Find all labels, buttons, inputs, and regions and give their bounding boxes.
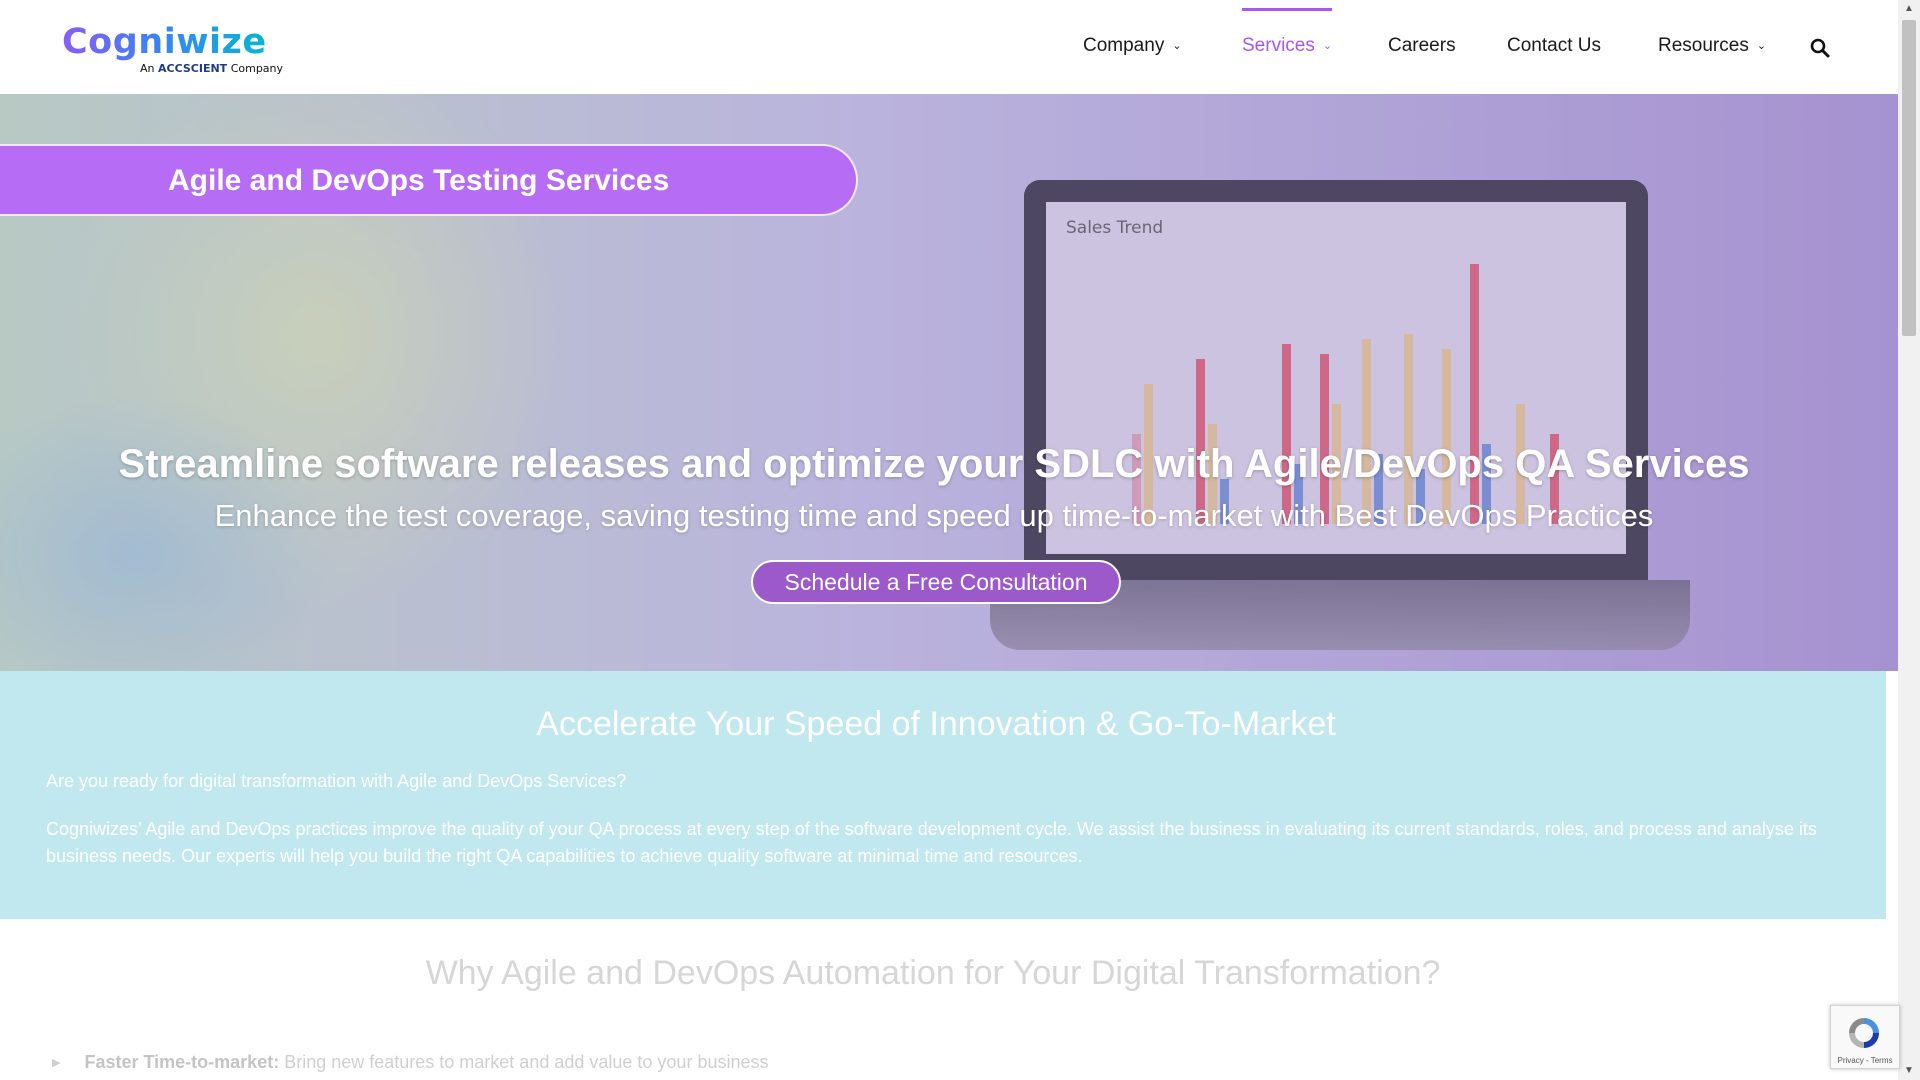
service-title: Agile and DevOps Testing Services xyxy=(168,164,670,197)
innovation-section: Accelerate Your Speed of Innovation & Go… xyxy=(0,671,1886,919)
site-header: Cogniwize An ACCSCIENT Company Company ⌄ … xyxy=(0,0,1898,94)
page-scrollbar[interactable]: ▲ ▼ xyxy=(1898,0,1920,1080)
schedule-consultation-button[interactable]: Schedule a Free Consultation xyxy=(751,560,1121,604)
section-question: Are you ready for digital transformation… xyxy=(46,771,627,791)
recaptcha-icon xyxy=(1849,1018,1879,1048)
chevron-down-icon: ⌄ xyxy=(1756,40,1767,52)
scroll-down-arrow-icon[interactable]: ▼ xyxy=(1898,1062,1920,1080)
recaptcha-badge[interactable]: Privacy - Terms xyxy=(1830,1005,1900,1069)
service-title-badge: Agile and DevOps Testing Services xyxy=(0,144,858,216)
nav-services[interactable]: Services ⌄ xyxy=(1242,8,1333,57)
hero-banner: Sales Trend Agile and DevOps Testing Ser… xyxy=(0,94,1898,671)
hero-subheading: Enhance the test coverage, saving testin… xyxy=(214,498,1654,533)
section-title: Accelerate Your Speed of Innovation & Go… xyxy=(536,705,1336,743)
scroll-up-arrow-icon[interactable]: ▲ xyxy=(1898,0,1920,18)
nav-resources[interactable]: Resources ⌄ xyxy=(1658,35,1766,57)
nav-contact-us[interactable]: Contact Us xyxy=(1507,35,1601,57)
nav-company[interactable]: Company ⌄ xyxy=(1083,35,1182,57)
list-item: ▶ Faster Time-to-market: Bring new featur… xyxy=(52,1052,769,1072)
scrollbar-thumb[interactable] xyxy=(1902,20,1916,336)
section-body: Cogniwizes’ Agile and DevOps practices i… xyxy=(46,819,1817,866)
logo[interactable]: Cogniwize An ACCSCIENT Company xyxy=(62,22,283,75)
chevron-down-icon: ⌄ xyxy=(1172,40,1182,52)
hero-heading: Streamline software releases and optimiz… xyxy=(118,442,1750,486)
recaptcha-links[interactable]: Privacy - Terms xyxy=(1831,1056,1899,1065)
search-icon[interactable] xyxy=(1810,38,1830,58)
caret-right-icon: ▶ xyxy=(52,1057,61,1069)
logo-wordmark: Cogniwize xyxy=(62,22,267,62)
why-section-title: Why Agile and DevOps Automation for Your… xyxy=(425,954,1441,992)
logo-tagline: An ACCSCIENT Company xyxy=(140,62,284,75)
nav-careers[interactable]: Careers xyxy=(1388,35,1456,57)
chevron-down-icon: ⌄ xyxy=(1322,40,1333,52)
